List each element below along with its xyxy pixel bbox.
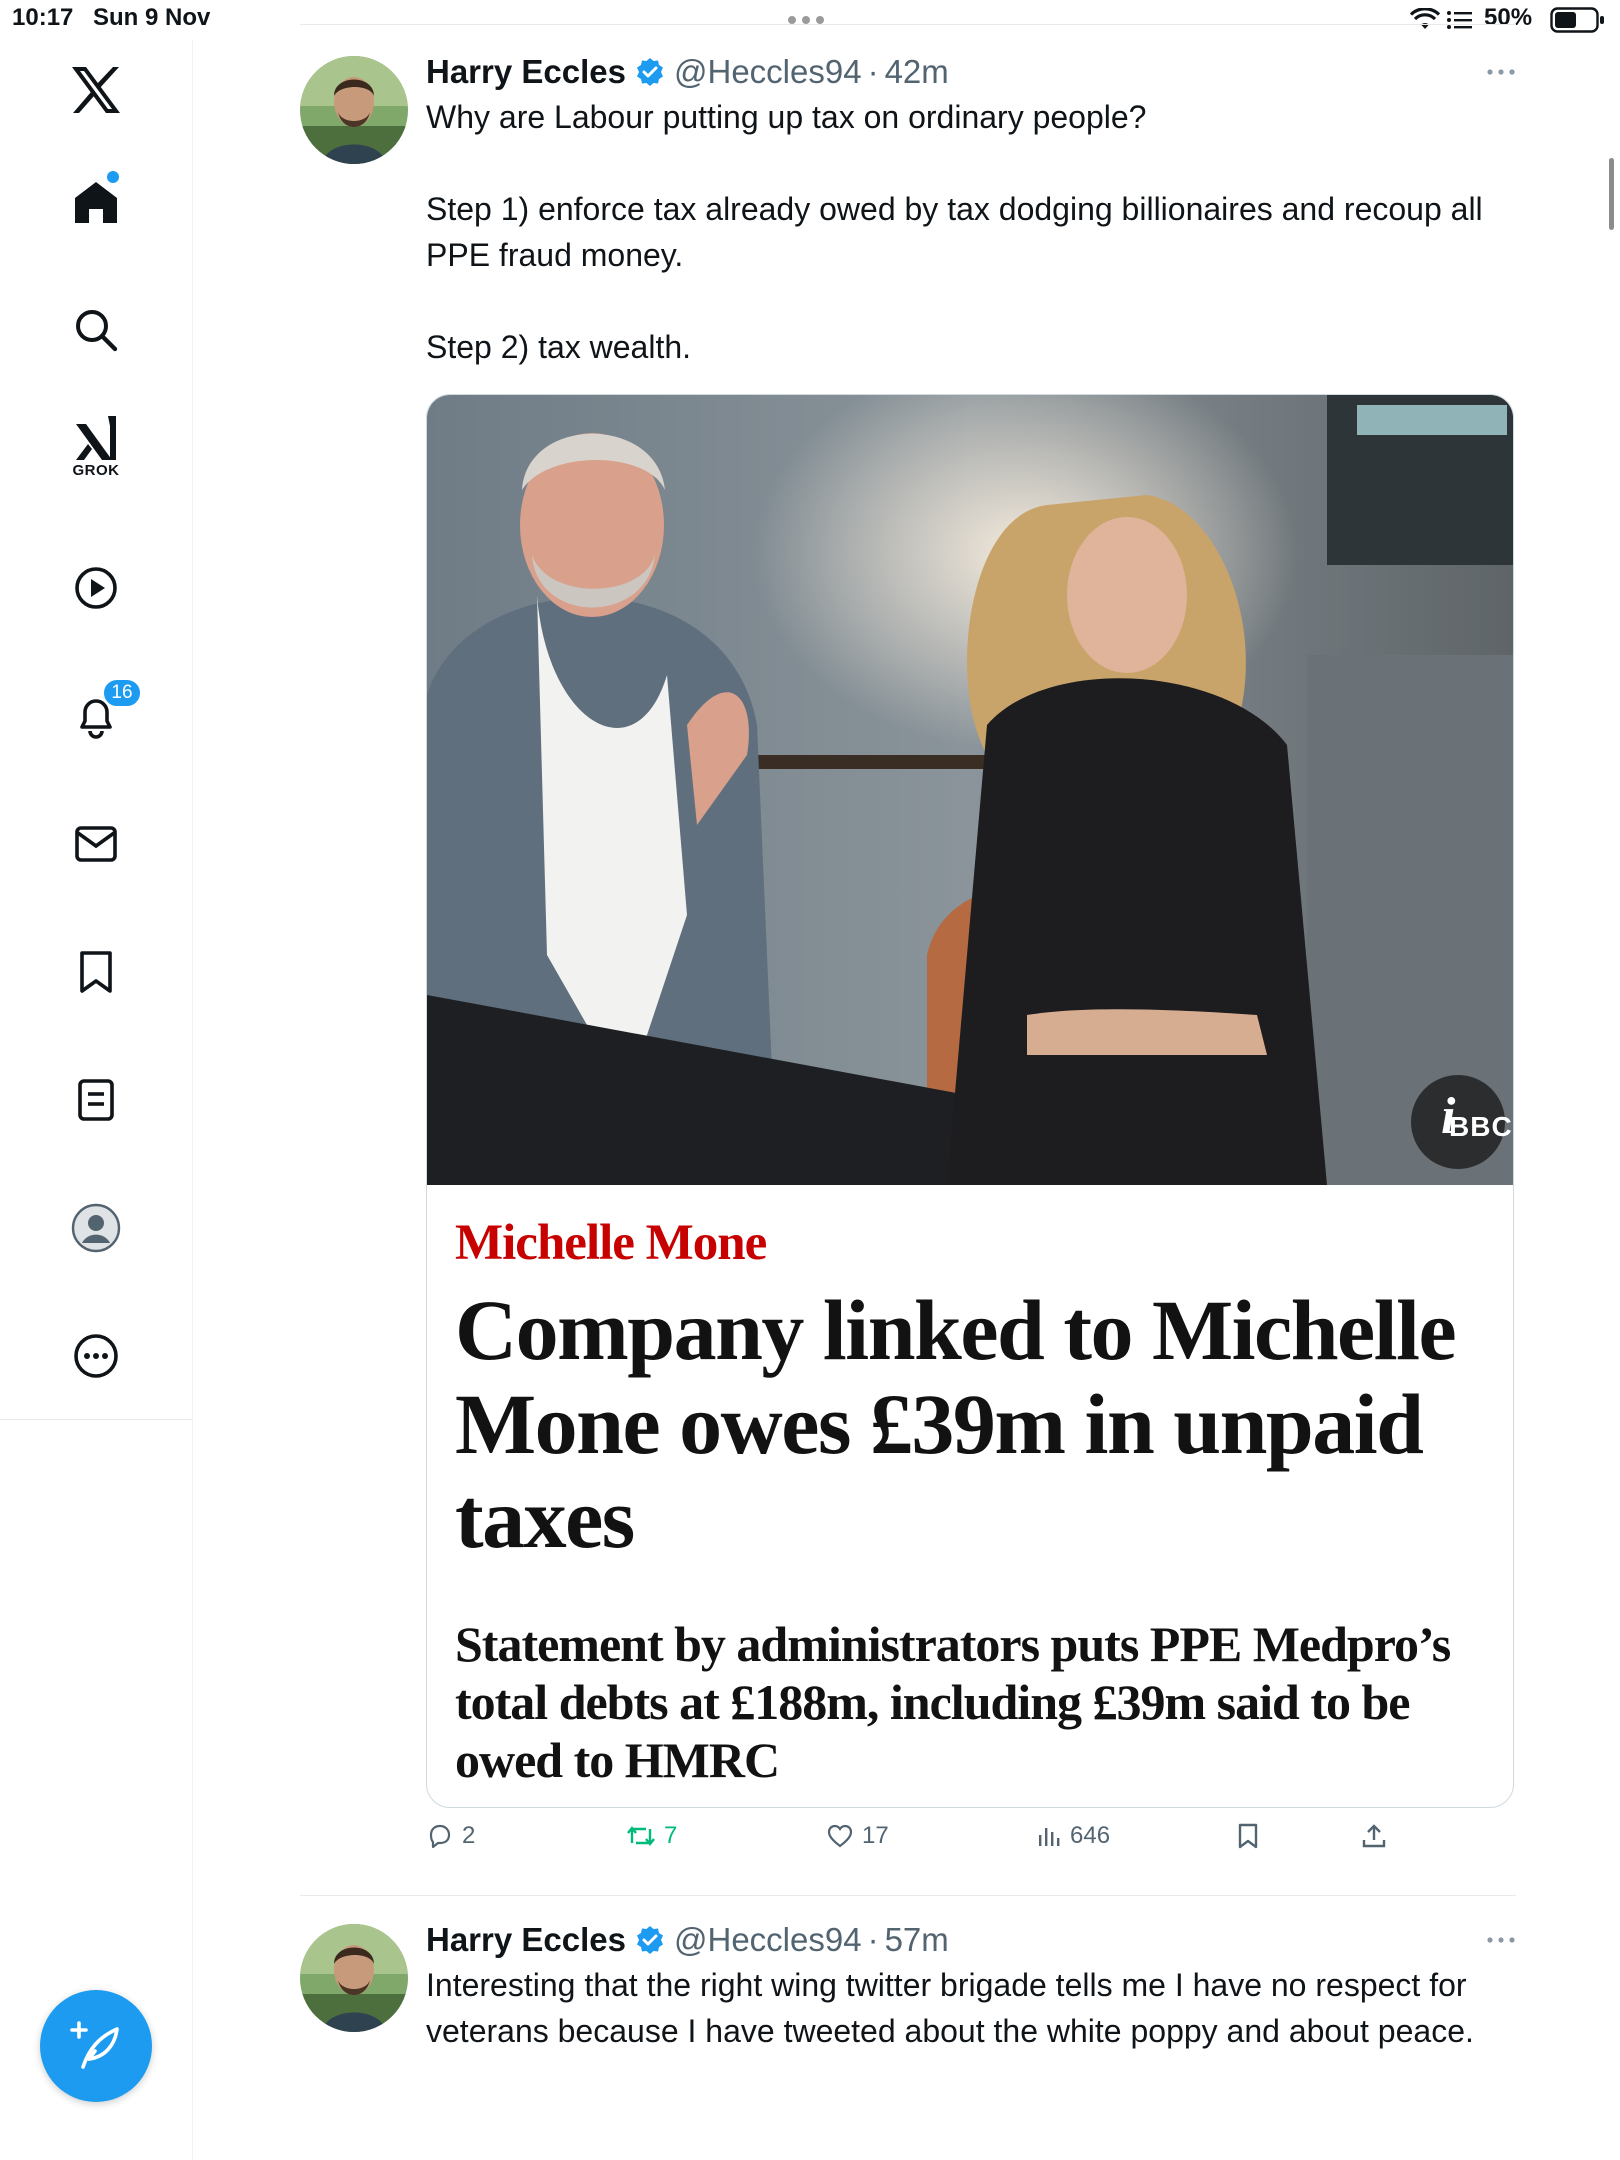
profile-icon xyxy=(71,1203,121,1253)
image-info-button[interactable]: i BBC xyxy=(1411,1075,1512,1169)
status-date: Sun 9 Nov xyxy=(93,4,211,31)
meta-separator: · xyxy=(867,1921,879,1958)
repost-button[interactable]: 7 xyxy=(626,1822,677,1850)
author-name[interactable]: Harry Eccles xyxy=(426,1921,626,1959)
tweet-header: Harry Eccles @Heccles94 · 57m xyxy=(426,1918,1516,1962)
tweet-text: Interesting that the right wing twitter … xyxy=(426,1967,1476,2049)
status-indicators: 50% xyxy=(1410,0,1620,40)
author-handle[interactable]: @Heccles94 xyxy=(674,1921,862,1959)
tweet-body: Harry Eccles @Heccles94 · 57m Interestin… xyxy=(426,1918,1516,2054)
article-kicker: Michelle Mone xyxy=(455,1215,767,1271)
lists-icon xyxy=(78,1079,114,1121)
sidebar-item-grok[interactable]: GROK xyxy=(56,410,136,510)
reply-icon xyxy=(429,1824,451,1849)
multitasking-dots-icon[interactable] xyxy=(788,16,824,24)
repost-icon xyxy=(627,1826,655,1846)
image-source-label: BBC xyxy=(1449,1111,1513,1142)
reply-count: 2 xyxy=(462,1822,476,1849)
sidebar-item-profile[interactable] xyxy=(56,1188,136,1268)
x-logo-icon[interactable] xyxy=(56,50,136,130)
new-content-dot xyxy=(107,171,119,183)
verified-badge-icon xyxy=(634,56,666,88)
sidebar-item-bookmarks[interactable] xyxy=(56,932,136,1012)
compose-feather-icon xyxy=(70,2021,119,2069)
tweet-divider xyxy=(300,1895,1516,1896)
notification-badge: 16 xyxy=(102,678,142,708)
bookmark-icon xyxy=(80,951,112,993)
views-button[interactable]: 646 xyxy=(1036,1822,1110,1850)
sidebar-item-lists[interactable] xyxy=(56,1060,136,1140)
repost-count: 7 xyxy=(664,1822,678,1849)
author-handle[interactable]: @Heccles94 xyxy=(674,53,862,91)
grok-icon xyxy=(76,416,116,460)
home-icon xyxy=(75,182,117,223)
video-play-icon xyxy=(75,567,117,609)
sidebar-nav: GROK 16 xyxy=(0,40,192,1420)
compose-button[interactable] xyxy=(40,1990,152,2102)
feed-top-divider xyxy=(300,24,1516,25)
article-photo[interactable] xyxy=(427,395,1514,1185)
article-preview: Michelle Mone Company linked to Michelle… xyxy=(455,1213,1495,1788)
share-button[interactable] xyxy=(1360,1822,1388,1850)
sidebar-item-video[interactable] xyxy=(56,548,136,628)
like-count: 17 xyxy=(862,1822,889,1849)
sidebar-item-explore[interactable] xyxy=(56,290,136,370)
more-options-icon[interactable] xyxy=(1486,1930,1516,1950)
meta-separator: · xyxy=(867,53,879,90)
more-options-icon[interactable] xyxy=(1486,62,1516,82)
tweet-actions: 2 7 17 646 xyxy=(426,1822,1516,1864)
bookmark-icon xyxy=(1238,1823,1258,1849)
status-bar: 10:17 Sun 9 Nov 50% xyxy=(0,0,1620,40)
x-app-screen: 10:17 Sun 9 Nov 50% GROK 16 Harry Eccles… xyxy=(0,0,1620,2160)
reply-button[interactable]: 2 xyxy=(426,1822,475,1850)
view-count: 646 xyxy=(1070,1822,1111,1849)
link-card[interactable]: i BBC Michelle Mone Company linked to Mi… xyxy=(426,394,1514,1808)
battery-percentage: 50% xyxy=(1484,4,1533,31)
more-circle-icon xyxy=(74,1334,118,1378)
focus-list-icon xyxy=(1447,11,1472,29)
scrollbar-thumb[interactable] xyxy=(1609,158,1614,230)
grok-label: GROK xyxy=(72,462,120,479)
tweet[interactable]: Harry Eccles @Heccles94 · 57m Interestin… xyxy=(300,1918,1516,2158)
mail-icon xyxy=(75,826,117,862)
sidebar: GROK 16 xyxy=(0,40,193,2160)
tweet-text: Why are Labour putting up tax on ordinar… xyxy=(426,99,1483,365)
avatar[interactable] xyxy=(300,1924,408,2032)
heart-icon xyxy=(827,1824,853,1848)
tweet-header: Harry Eccles @Heccles94 · 42m xyxy=(426,50,1516,94)
sidebar-item-messages[interactable] xyxy=(56,804,136,884)
verified-badge-icon xyxy=(634,1924,666,1956)
article-standfirst: Statement by administrators puts PPE Med… xyxy=(455,1616,1451,1788)
author-name[interactable]: Harry Eccles xyxy=(426,53,626,91)
sidebar-item-notifications[interactable]: 16 xyxy=(56,676,142,756)
wifi-icon xyxy=(1410,8,1440,29)
search-icon xyxy=(76,310,118,352)
share-icon xyxy=(1362,1824,1386,1848)
tweet-body: Harry Eccles @Heccles94 · 42m Why are La… xyxy=(426,50,1516,370)
views-chart-icon xyxy=(1039,1828,1060,1846)
avatar[interactable] xyxy=(300,56,408,164)
article-headline: Company linked to Michelle Mone owes £39… xyxy=(455,1282,1457,1566)
sidebar-item-home[interactable] xyxy=(56,162,136,242)
bookmark-button[interactable] xyxy=(1236,1822,1260,1850)
status-time: 10:17 xyxy=(12,4,74,31)
tweet-time[interactable]: 57m xyxy=(885,1921,949,1959)
tweet[interactable]: Harry Eccles @Heccles94 · 42m Why are La… xyxy=(300,50,1516,1850)
battery-icon xyxy=(1550,7,1604,33)
sidebar-item-more[interactable] xyxy=(56,1316,136,1396)
tweet-time[interactable]: 42m xyxy=(885,53,949,91)
like-button[interactable]: 17 xyxy=(826,1822,889,1850)
